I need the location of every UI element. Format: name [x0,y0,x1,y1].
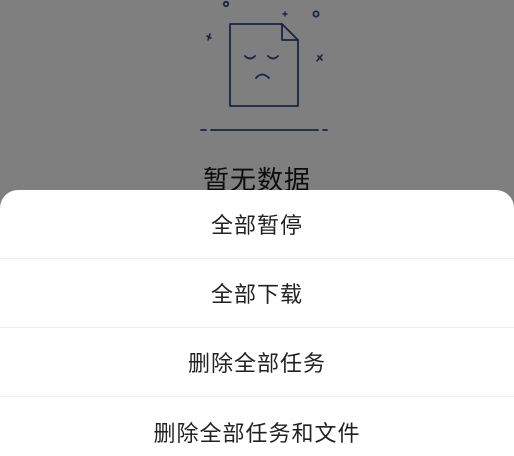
delete-all-tasks-button[interactable]: 删除全部任务 [0,328,514,397]
action-sheet: 全部暂停 全部下载 删除全部任务 删除全部任务和文件 [0,190,514,456]
delete-all-tasks-and-files-button[interactable]: 删除全部任务和文件 [0,397,514,456]
download-manager-page: 暂无数据 全部暂停 全部下载 删除全部任务 删除全部任务和文件 [0,0,514,456]
download-all-button[interactable]: 全部下载 [0,259,514,328]
pause-all-button[interactable]: 全部暂停 [0,190,514,259]
